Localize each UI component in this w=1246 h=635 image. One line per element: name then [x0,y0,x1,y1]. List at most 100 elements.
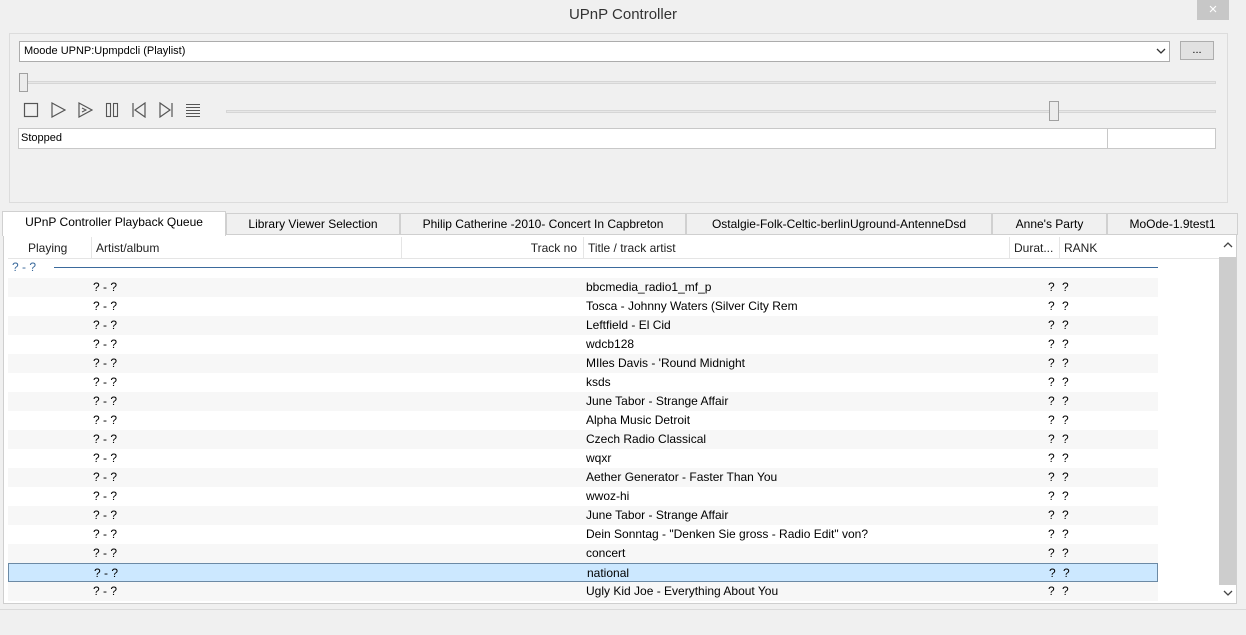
table-row[interactable]: ? - ? Tosca - Johnny Waters (Silver City … [8,297,1158,316]
pause-icon[interactable] [103,101,121,119]
playlist-icon[interactable] [184,101,202,119]
table-row[interactable]: ? - ? ksds?? [8,373,1158,392]
table-row[interactable]: ? - ? June Tabor - Strange Affair?? [8,392,1158,411]
tab-library-viewer[interactable]: Library Viewer Selection [226,213,400,235]
tab-playback-queue[interactable]: UPnP Controller Playback Queue [2,211,226,236]
row-rank: ? [1062,356,1069,370]
row-rank: ? [1062,489,1069,503]
table-row[interactable]: ? - ? Czech Radio Classical?? [8,430,1158,449]
status-divider [1107,129,1108,148]
renderer-select[interactable]: Moode UPNP:Upmpdcli (Playlist) [19,41,1170,62]
row-title: Tosca - Johnny Waters (Silver City Rem [586,299,798,313]
table-row[interactable]: ? - ? wdcb128?? [8,335,1158,354]
row-rank: ? [1062,337,1069,351]
row-artist-album: ? - ? [94,566,119,580]
table-row[interactable]: ? - ? national?? [8,563,1158,582]
play-next-icon[interactable] [76,101,94,119]
row-artist-album: ? - ? [93,527,118,541]
column-header-duration[interactable]: Durat... [1010,237,1060,259]
more-options-button[interactable]: ... [1180,41,1214,60]
table-row[interactable]: ? - ? Leftfield - El Cid?? [8,316,1158,335]
table-row[interactable]: ? - ? MIles Davis - 'Round Midnight?? [8,354,1158,373]
row-rank: ? [1062,546,1069,560]
column-header-playing[interactable]: Playing [8,237,92,259]
table-row[interactable]: ? - ? Alpha Music Detroit?? [8,411,1158,430]
stop-icon[interactable] [22,101,40,119]
table-row[interactable]: ? - ? wqxr?? [8,449,1158,468]
row-title: Alpha Music Detroit [586,413,691,427]
row-title: wqxr [586,451,612,465]
group-label: ? - ? [12,260,37,274]
row-duration: ? [1048,432,1055,446]
seek-slider-thumb[interactable] [19,73,28,92]
table-row[interactable]: ? - ? Aether Generator - Faster Than You?… [8,468,1158,487]
scrollbar-thumb[interactable] [1219,257,1236,585]
row-duration: ? [1048,375,1055,389]
previous-icon[interactable] [130,101,148,119]
scroll-up-icon[interactable] [1219,237,1236,255]
row-artist-album: ? - ? [93,318,118,332]
table-row[interactable]: ? - ? June Tabor - Strange Affair?? [8,506,1158,525]
row-duration: ? [1048,394,1055,408]
row-artist-album: ? - ? [93,584,118,598]
group-header-row[interactable]: ? - ? [10,259,1160,278]
row-artist-album: ? - ? [93,470,118,484]
table-row[interactable]: ? - ? Ugly Kid Joe - Everything About You… [8,582,1158,601]
row-title: wwoz-hi [586,489,630,503]
group-divider [54,267,1158,268]
row-duration: ? [1048,356,1055,370]
row-rank: ? [1062,280,1069,294]
renderer-value: Moode UPNP:Upmpdcli (Playlist) [24,45,186,57]
row-artist-album: ? - ? [93,432,118,446]
row-duration: ? [1048,413,1055,427]
row-rank: ? [1062,318,1069,332]
row-artist-album: ? - ? [93,280,118,294]
controller-panel: Moode UPNP:Upmpdcli (Playlist) ... Stopp… [9,33,1228,203]
column-header-artist-album[interactable]: Artist/album [92,237,402,259]
tab-philip-catherine[interactable]: Philip Catherine -2010- Concert In Capbr… [400,213,686,235]
row-duration: ? [1048,337,1055,351]
volume-slider-thumb[interactable] [1049,101,1060,121]
table-row[interactable]: ? - ? Dein Sonntag - "Denken Sie gross - … [8,525,1158,544]
playback-queue-panel: Playing Artist/album Track no Title / tr… [3,234,1237,604]
row-rank: ? [1062,451,1069,465]
row-duration: ? [1048,584,1055,598]
row-rank: ? [1062,527,1069,541]
tab-ostalgie[interactable]: Ostalgie-Folk-Celtic-berlinUground-Anten… [686,213,992,235]
row-artist-album: ? - ? [93,356,118,370]
chevron-down-icon [1156,44,1166,61]
table-row[interactable]: ? - ? wwoz-hi?? [8,487,1158,506]
tab-moode[interactable]: MoOde-1.9test1 [1107,213,1238,235]
row-title: national [587,566,630,580]
row-artist-album: ? - ? [93,394,118,408]
close-button[interactable]: × [1197,0,1229,20]
vertical-scrollbar[interactable] [1219,237,1236,602]
scroll-down-icon[interactable] [1219,585,1236,603]
window-status-strip [0,609,1246,635]
row-duration: ? [1048,470,1055,484]
row-artist-album: ? - ? [93,508,118,522]
table-row[interactable]: ? - ? bbcmedia_radio1_mf_p?? [8,278,1158,297]
table-row[interactable]: ? - ? concert?? [8,544,1158,563]
tab-annes-party[interactable]: Anne's Party [992,213,1107,235]
row-title: Ugly Kid Joe - Everything About You [586,584,779,598]
status-field: Stopped [18,128,1216,149]
upnp-controller-window: UPnP Controller × Moode UPNP:Upmpdcli (P… [0,0,1246,635]
row-duration: ? [1048,527,1055,541]
row-title: bbcmedia_radio1_mf_p [586,280,712,294]
column-header-title[interactable]: Title / track artist [584,237,1010,259]
column-header-rank[interactable]: RANK [1060,237,1160,259]
row-rank: ? [1063,566,1070,580]
table-header: Playing Artist/album Track no Title / tr… [8,237,1220,259]
row-title: MIles Davis - 'Round Midnight [586,356,746,370]
row-title: June Tabor - Strange Affair [586,508,729,522]
play-icon[interactable] [49,101,67,119]
next-icon[interactable] [157,101,175,119]
row-title: Czech Radio Classical [586,432,707,446]
row-rank: ? [1062,413,1069,427]
volume-slider-track[interactable] [226,110,1216,113]
row-rank: ? [1062,470,1069,484]
row-artist-album: ? - ? [93,451,118,465]
seek-slider-track[interactable] [19,81,1216,84]
column-header-track-no[interactable]: Track no [402,237,584,259]
